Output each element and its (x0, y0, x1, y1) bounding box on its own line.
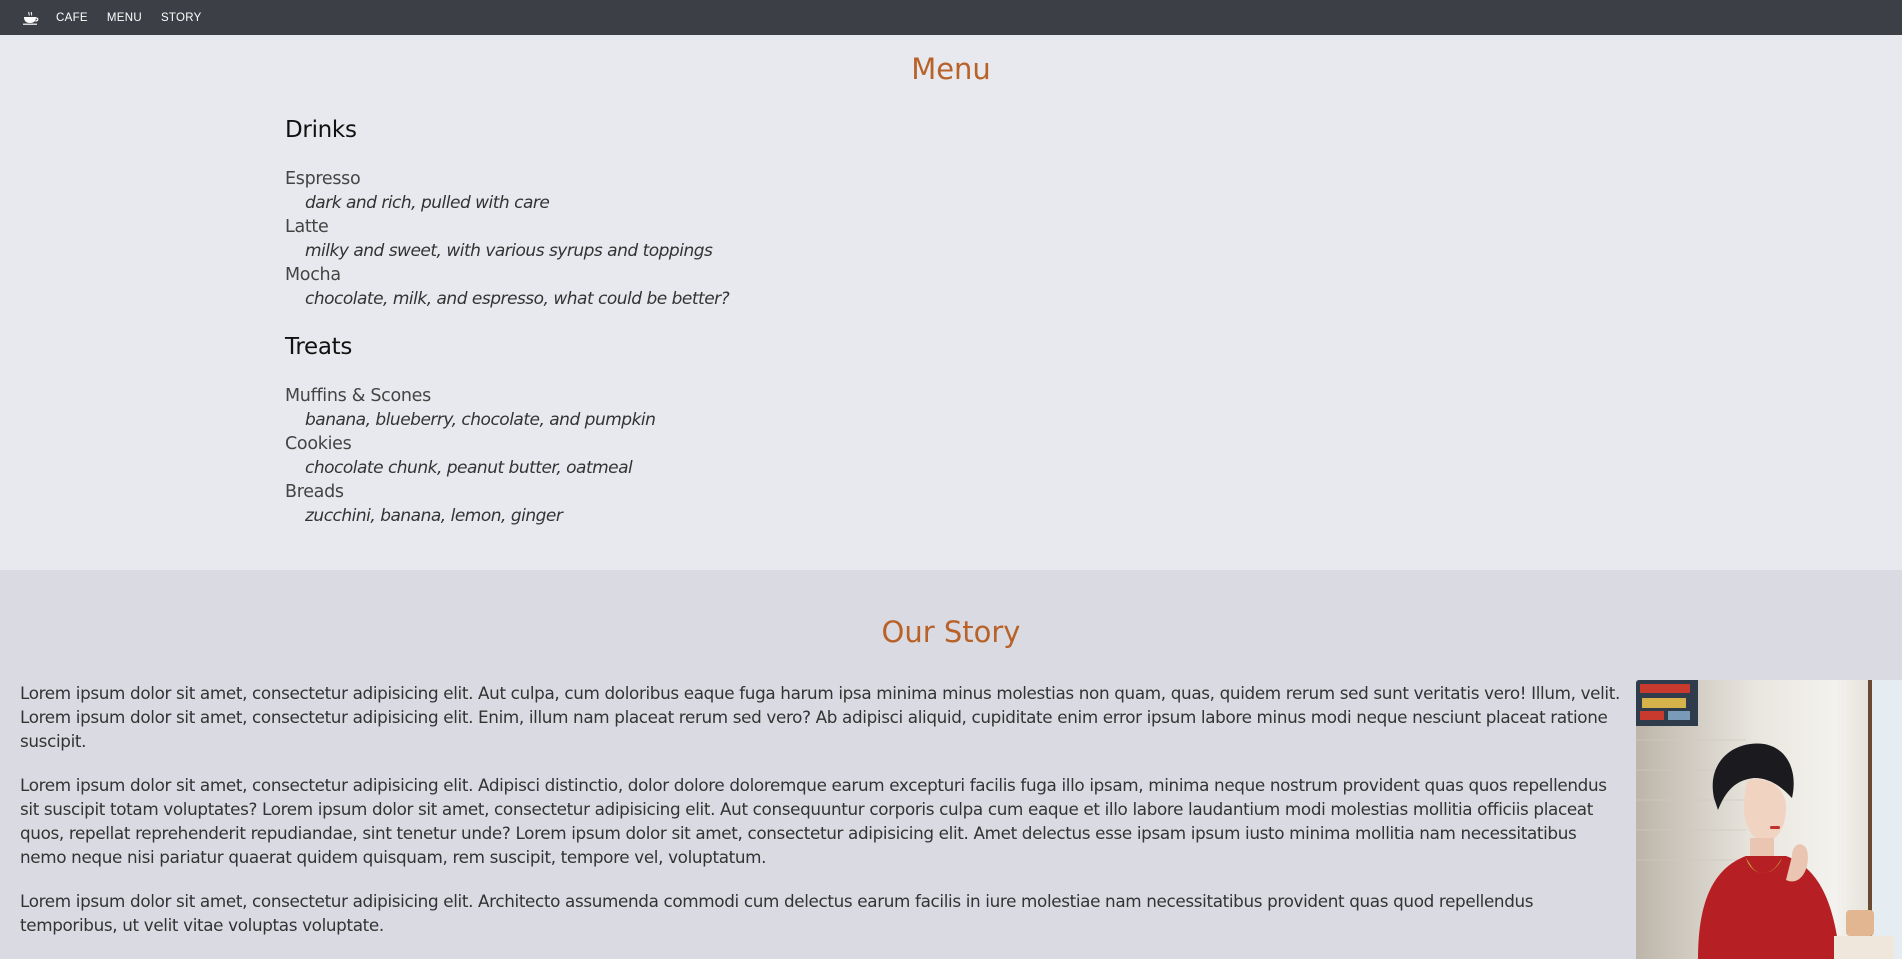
menu-category-drinks: Drinks Espresso dark and rich, pulled wi… (285, 117, 1185, 311)
menu-item-name: Latte (285, 217, 329, 237)
item-list: Espresso dark and rich, pulled with care… (285, 167, 1185, 311)
menu-item-name: Breads (285, 482, 344, 502)
menu-title: Menu (911, 52, 991, 86)
menu-item-name: Mocha (285, 265, 341, 285)
menu-section: Menu Drinks Espresso dark and rich, pull… (0, 35, 1902, 570)
menu-item-description: milky and sweet, with various syrups and… (305, 241, 713, 261)
story-paragraph: Lorem ipsum dolor sit amet, consectetur … (20, 775, 1607, 867)
story-text: Lorem ipsum dolor sit amet, consectetur … (20, 681, 1620, 957)
coffee-cup-icon[interactable] (22, 9, 40, 27)
menu-body: Drinks Espresso dark and rich, pulled wi… (285, 117, 1185, 528)
nav-link-menu[interactable]: MENU (107, 12, 142, 24)
menu-item-description: banana, blueberry, chocolate, and pumpki… (305, 410, 656, 430)
nav-link-cafe[interactable]: CAFE (56, 12, 88, 24)
menu-item-description: chocolate chunk, peanut butter, oatmeal (305, 458, 633, 478)
top-navbar: CAFE MENU STORY (0, 0, 1902, 35)
menu-item-description: dark and rich, pulled with care (305, 193, 550, 213)
menu-item-description: chocolate, milk, and espresso, what coul… (305, 289, 730, 309)
menu-item-name: Cookies (285, 434, 352, 454)
category-heading: Drinks (285, 117, 357, 143)
story-paragraph: Lorem ipsum dolor sit amet, consectetur … (20, 683, 1620, 751)
menu-item-description: zucchini, banana, lemon, ginger (305, 506, 563, 526)
menu-item-name: Muffins & Scones (285, 386, 431, 406)
woman-at-cafe-photo (1636, 680, 1902, 959)
menu-category-treats: Treats Muffins & Scones banana, blueberr… (285, 334, 1185, 528)
story-paragraph: Lorem ipsum dolor sit amet, consectetur … (20, 891, 1534, 935)
item-list: Muffins & Scones banana, blueberry, choc… (285, 384, 1185, 528)
category-heading: Treats (285, 334, 353, 360)
story-section: Our Story Lorem ipsum dolor sit amet, co… (0, 570, 1902, 959)
nav-link-story[interactable]: STORY (161, 12, 202, 24)
menu-item-name: Espresso (285, 169, 361, 189)
story-title: Our Story (881, 615, 1021, 649)
